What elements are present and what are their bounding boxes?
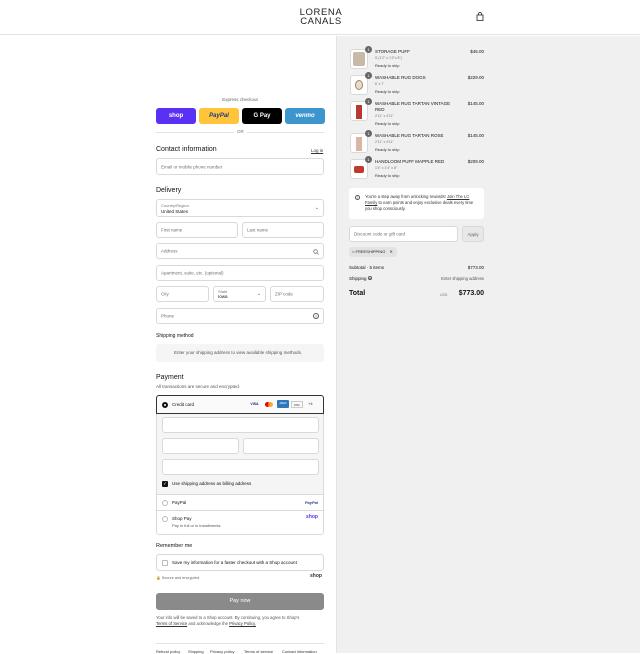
venmo-button[interactable]: venmo — [285, 108, 325, 124]
footer-divider — [156, 643, 324, 644]
quantity-badge: 1 — [365, 130, 372, 137]
info-icon: i — [355, 195, 360, 200]
cart-item: 1 STORAGE PUFF S (1'2" x 1'2"x 8") Ready… — [350, 46, 486, 73]
save-info-option[interactable]: Save my information for a faster checkou… — [156, 554, 324, 571]
delivery-title: Delivery — [156, 187, 182, 194]
security-code-field[interactable] — [243, 438, 319, 454]
zip-field[interactable]: ZIP code — [270, 286, 324, 302]
help-icon[interactable]: ? — [313, 313, 319, 319]
shopping-bag-icon[interactable] — [476, 12, 484, 21]
discover-icon: DISC — [291, 401, 303, 408]
cart-item: 1 WASHABLE RUG DOGS 6' x 7' Ready to shi… — [350, 72, 486, 99]
apartment-field[interactable]: Apartment, suite, etc. (optional) — [156, 265, 324, 281]
card-details-panel: ✓ Use shipping address as billing addres… — [156, 414, 324, 494]
logo-line2: CANALS — [300, 16, 342, 27]
country-select[interactable]: Country/Region United States ⌄ — [156, 199, 324, 217]
google-pay-button[interactable]: G Pay — [242, 108, 282, 124]
billing-checkbox-label: Use shipping address as billing address — [172, 481, 252, 486]
city-field[interactable]: City — [156, 286, 209, 302]
shipping-link[interactable]: Shipping — [188, 649, 204, 654]
paypal-option[interactable]: PayPal PayPal — [156, 494, 324, 511]
remember-me-title: Remember me — [156, 543, 193, 549]
brand-logo[interactable]: LORENA CANALS — [297, 8, 345, 27]
refund-policy-link[interactable]: Refund policy — [156, 649, 180, 654]
shop-logo: shop — [306, 514, 318, 520]
phone-field[interactable]: Phone ? — [156, 308, 324, 324]
help-icon[interactable]: ? — [367, 276, 372, 281]
cart-item: 1 HANDLOOM PUFF MAPPLE RED 1'4" x 1'4" x… — [350, 156, 486, 183]
credit-card-option[interactable]: Credit card VISA AMEX DISC +4 — [156, 395, 324, 414]
payment-title: Payment — [156, 374, 184, 381]
first-name-field[interactable]: First name — [156, 222, 238, 238]
paypal-radio[interactable] — [162, 500, 168, 506]
privacy-link[interactable]: Privacy Policy. — [229, 621, 256, 626]
card-number-field[interactable] — [162, 417, 319, 433]
shipping-value: Enter shipping address — [441, 276, 484, 281]
chevron-down-icon: ⌄ — [314, 205, 319, 211]
visa-icon: VISA — [250, 402, 259, 406]
discount-tag: ⌂ FREESHIPPING ✕ — [349, 247, 397, 257]
search-icon — [313, 249, 319, 255]
header: LORENA CANALS — [0, 0, 640, 35]
shop-pay-radio[interactable] — [162, 516, 168, 522]
remove-tag-icon[interactable]: ✕ — [389, 249, 392, 254]
state-select[interactable]: State Iowa ⌄ — [213, 286, 266, 302]
mastercard-icon — [264, 401, 275, 408]
paypal-button[interactable]: PayPal — [199, 108, 239, 124]
contact-information-link[interactable]: Contact information — [282, 649, 317, 654]
shop-logo-small: shop — [310, 573, 322, 579]
legal-text: Your info will be saved to a Shop accoun… — [156, 615, 300, 626]
apply-button[interactable]: Apply — [462, 226, 484, 242]
quantity-badge: 1 — [365, 72, 372, 79]
tag-icon: ⌂ — [352, 249, 355, 254]
paypal-logo: PayPal — [304, 500, 318, 505]
credit-card-radio[interactable] — [162, 402, 168, 408]
secure-label: 🔒 Secure and encrypted — [156, 576, 199, 580]
terms-of-service-link[interactable]: Terms of service — [244, 649, 273, 654]
shipping-method-box: Enter your shipping address to view avai… — [156, 344, 324, 362]
save-info-checkbox[interactable] — [162, 560, 168, 566]
subtotal-value: $773.00 — [467, 265, 484, 270]
expiration-field[interactable] — [162, 438, 239, 454]
cart-item: 1 WASHABLE RUG TARTAN VINTAGE RED 2'11" … — [350, 98, 486, 129]
terms-link[interactable]: Terms of Service — [156, 621, 187, 626]
shop-pay-option[interactable]: Shop Pay Pay in full or in installments … — [156, 511, 324, 535]
currency-label: USD — [440, 293, 448, 297]
billing-checkbox[interactable]: ✓ — [162, 481, 168, 487]
cart-item: 1 WASHABLE RUG TARTAN ROSE 2'11" x 4'11"… — [350, 130, 486, 157]
quantity-badge: 1 — [365, 156, 372, 163]
total-label: Total — [349, 290, 366, 297]
address-field[interactable]: Address — [156, 243, 324, 259]
payment-subtitle: All transactions are secure and encrypte… — [156, 384, 241, 389]
privacy-policy-link[interactable]: Privacy policy — [210, 649, 234, 654]
email-field[interactable]: Email or mobile phone number — [156, 158, 324, 175]
shipping-label: Shipping ? — [349, 276, 372, 281]
subtotal-label: Subtotal · 5 items — [349, 265, 385, 270]
express-checkout-label: Express checkout — [222, 97, 258, 102]
lock-icon: 🔒 — [156, 576, 161, 580]
last-name-field[interactable]: Last name — [242, 222, 324, 238]
rewards-banner: i You're a step away from unlocking rewa… — [349, 188, 484, 219]
pay-now-button[interactable]: Pay now — [156, 593, 324, 610]
shipping-method-title: Shipping method — [156, 333, 194, 339]
amex-icon: AMEX — [277, 400, 289, 408]
shop-pay-button[interactable]: shop — [156, 108, 196, 124]
quantity-badge: 1 — [365, 46, 372, 53]
or-label: OR — [234, 129, 247, 134]
more-cards-label: +4 — [308, 401, 313, 406]
name-on-card-field[interactable] — [162, 459, 319, 475]
quantity-badge: 1 — [365, 98, 372, 105]
total-value: $773.00 — [458, 290, 484, 297]
chevron-down-icon: ⌄ — [256, 291, 261, 297]
discount-field[interactable]: Discount code or gift card — [349, 226, 458, 242]
login-link[interactable]: Log in — [311, 148, 323, 153]
contact-title: Contact information — [156, 146, 217, 153]
